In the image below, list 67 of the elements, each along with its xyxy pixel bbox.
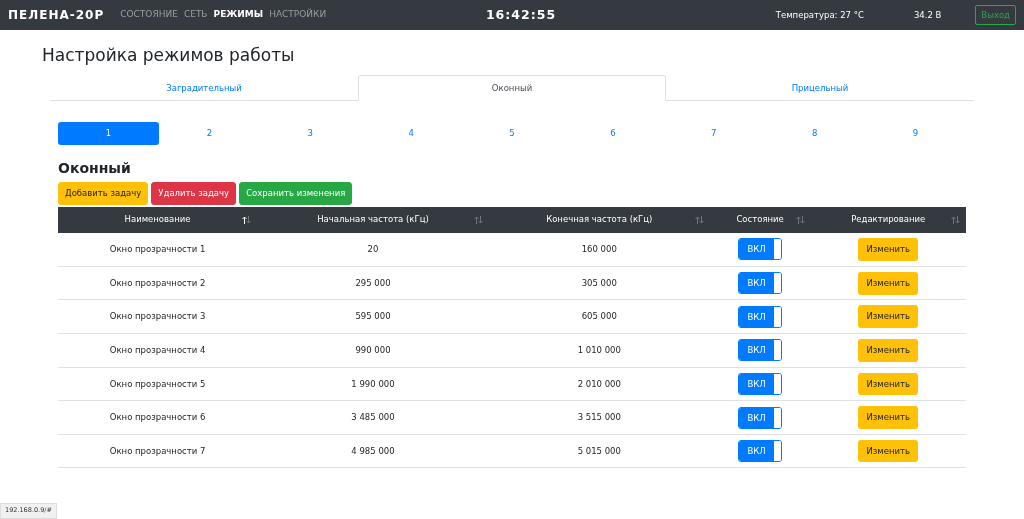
toggle-switch[interactable]: ВКЛ bbox=[738, 305, 783, 328]
table-cell: 305 000 bbox=[488, 266, 710, 300]
table-cell: 3 485 000 bbox=[257, 400, 489, 435]
edit-button[interactable]: Изменить bbox=[858, 271, 919, 295]
pill-tab[interactable]: 1 bbox=[58, 122, 159, 145]
nav-link[interactable]: СОСТОЯНИЕ bbox=[120, 8, 178, 22]
column-header[interactable]: Наименование bbox=[58, 206, 258, 233]
pill-tab[interactable]: 5 bbox=[461, 122, 563, 145]
table-cell: 595 000 bbox=[257, 299, 489, 334]
table-cell: 1 990 000 bbox=[257, 367, 489, 401]
add-task-button[interactable]: Добавить задачу bbox=[58, 182, 149, 205]
tab[interactable]: Прицельный bbox=[666, 74, 974, 102]
toggle-switch[interactable]: ВКЛ bbox=[738, 272, 783, 295]
table-cell: 2 010 000 bbox=[488, 367, 710, 401]
table-cell: 3 515 000 bbox=[488, 400, 710, 435]
column-header[interactable]: Начальная частота (кГц) bbox=[257, 206, 489, 233]
table-cell: Окно прозрачности 6 bbox=[58, 400, 258, 435]
section-title: Оконный bbox=[58, 159, 132, 178]
pill-tab[interactable]: 4 bbox=[360, 122, 462, 145]
table-cell: Окно прозрачности 1 bbox=[58, 232, 258, 267]
brand-logo[interactable]: ПЕЛЕНА-20Р bbox=[8, 6, 105, 24]
tab[interactable]: Заградительный bbox=[50, 74, 358, 102]
clock: 16:42:55 bbox=[485, 6, 557, 22]
table-cell: Окно прозрачности 7 bbox=[58, 434, 258, 468]
table-cell: 4 985 000 bbox=[257, 434, 489, 468]
nav-link[interactable]: СЕТЬ bbox=[183, 8, 208, 22]
table-cell: 1 010 000 bbox=[488, 333, 710, 368]
pill-tab[interactable]: 9 bbox=[865, 122, 966, 145]
page-title: Настройка режимов работы bbox=[42, 44, 296, 67]
pill-tab[interactable]: 8 bbox=[764, 122, 866, 145]
edit-button[interactable]: Изменить bbox=[858, 305, 919, 329]
voltage-reading: 34.2 В bbox=[913, 8, 942, 22]
pill-tab[interactable]: 2 bbox=[158, 122, 260, 145]
edit-button[interactable]: Изменить bbox=[858, 338, 919, 362]
column-header[interactable]: Конечная частота (кГц) bbox=[488, 206, 710, 233]
table-cell: 160 000 bbox=[488, 232, 710, 267]
edit-button[interactable]: Изменить bbox=[858, 406, 919, 429]
toggle-switch[interactable]: ВКЛ bbox=[738, 440, 783, 463]
pill-tab[interactable]: 3 bbox=[259, 122, 361, 145]
toggle-switch[interactable]: ВКЛ bbox=[738, 372, 783, 395]
toggle-switch[interactable]: ВКЛ bbox=[738, 406, 783, 429]
table-cell: 5 015 000 bbox=[488, 434, 710, 468]
sort-icon[interactable] bbox=[242, 215, 252, 224]
table-cell: Окно прозрачности 2 bbox=[58, 266, 258, 300]
table-cell: Окно прозрачности 5 bbox=[58, 367, 258, 401]
table-cell: 295 000 bbox=[257, 266, 489, 300]
delete-task-button[interactable]: Удалить задачу bbox=[151, 182, 237, 205]
column-header[interactable]: Редактирование bbox=[810, 206, 966, 233]
logout-button[interactable]: Выход bbox=[975, 4, 1016, 26]
tab[interactable]: Оконный bbox=[358, 74, 666, 102]
table-cell: 20 bbox=[257, 232, 489, 267]
pill-tab[interactable]: 6 bbox=[562, 122, 664, 145]
table-cell: 605 000 bbox=[488, 299, 710, 334]
table-cell: Окно прозрачности 3 bbox=[58, 299, 258, 334]
toggle-switch[interactable]: ВКЛ bbox=[738, 238, 783, 261]
edit-button[interactable]: Изменить bbox=[858, 237, 919, 261]
edit-button[interactable]: Изменить bbox=[858, 439, 919, 463]
nav-link[interactable]: РЕЖИМЫ bbox=[213, 8, 264, 22]
temperature-reading: Температура: 27 °C bbox=[775, 8, 864, 22]
toggle-switch[interactable]: ВКЛ bbox=[738, 339, 783, 362]
edit-button[interactable]: Изменить bbox=[858, 372, 919, 396]
column-header[interactable]: Состояние bbox=[709, 206, 811, 233]
table-cell: 990 000 bbox=[257, 333, 489, 368]
save-changes-button[interactable]: Сохранить изменения bbox=[239, 182, 353, 205]
pill-tab[interactable]: 7 bbox=[663, 122, 765, 145]
table-cell: Окно прозрачности 4 bbox=[58, 333, 258, 368]
nav-link[interactable]: НАСТРОЙКИ bbox=[269, 8, 327, 22]
